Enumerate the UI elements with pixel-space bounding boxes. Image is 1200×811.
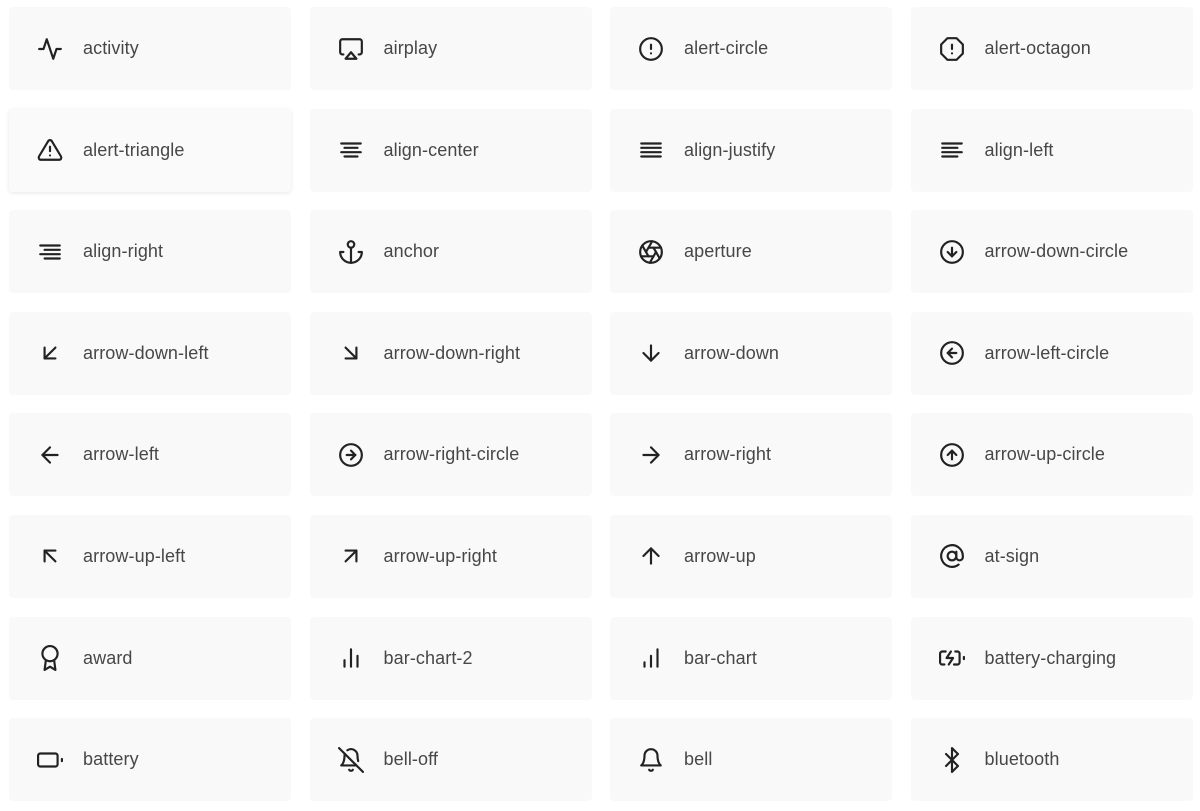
icon-card-arrow-up[interactable]: arrow-up: [610, 514, 892, 598]
icon-label: align-center: [383, 139, 479, 160]
arrow-down-icon: [638, 340, 664, 366]
icon-label: bar-chart-2: [383, 647, 473, 668]
icon-label: bar-chart: [684, 647, 757, 668]
icon-grid: activity airplay alert-circle alert-octa…: [9, 7, 1193, 802]
bell-off-icon: [337, 746, 364, 773]
arrow-down-left-icon: [37, 340, 63, 366]
icon-card-at-sign[interactable]: at-sign: [910, 514, 1193, 598]
icon-card-arrow-left-circle[interactable]: arrow-left-circle: [910, 311, 1193, 395]
icon-label: bluetooth: [984, 749, 1060, 770]
icon-label: align-left: [984, 139, 1054, 160]
arrow-up-icon: [638, 543, 664, 569]
icon-label: arrow-up-right: [383, 545, 497, 566]
icon-card-airplay[interactable]: airplay: [309, 7, 592, 90]
icon-label: arrow-up-circle: [984, 444, 1106, 465]
icon-label: arrow-left-circle: [984, 342, 1110, 363]
icon-card-align-right[interactable]: align-right: [9, 210, 291, 294]
icon-card-award[interactable]: award: [9, 616, 291, 700]
icon-card-arrow-right-circle[interactable]: arrow-right-circle: [309, 413, 592, 497]
icon-card-align-center[interactable]: align-center: [309, 108, 592, 192]
icon-label: arrow-down-left: [83, 342, 209, 363]
icon-label: alert-circle: [684, 38, 769, 58]
arrow-up-right-icon: [338, 543, 364, 569]
bar-chart-icon: [638, 645, 664, 671]
anchor-icon: [338, 239, 364, 265]
arrow-right-icon: [638, 442, 664, 468]
icon-label: at-sign: [984, 545, 1040, 566]
icon-label: award: [83, 647, 133, 668]
icon-label: anchor: [383, 241, 440, 262]
icon-label: bell: [684, 749, 713, 770]
icon-label: align-right: [83, 241, 164, 262]
icon-card-arrow-up-right[interactable]: arrow-up-right: [309, 514, 592, 598]
icon-label: arrow-down: [684, 342, 780, 363]
align-center-icon: [338, 137, 364, 163]
icon-label: arrow-right: [684, 444, 772, 465]
icon-label: activity: [83, 38, 139, 58]
icon-card-activity[interactable]: activity: [9, 7, 291, 90]
bluetooth-icon: [939, 746, 965, 773]
bell-icon: [638, 747, 664, 773]
icon-label: arrow-right-circle: [383, 444, 520, 465]
alert-triangle-icon: [37, 137, 63, 163]
align-justify-icon: [638, 137, 664, 163]
icon-label: align-justify: [684, 139, 776, 160]
icon-card-arrow-left[interactable]: arrow-left: [9, 413, 291, 497]
icon-card-bluetooth[interactable]: bluetooth: [910, 718, 1193, 802]
arrow-down-circle-icon: [939, 239, 965, 265]
icon-card-align-justify[interactable]: align-justify: [610, 108, 892, 192]
arrow-up-left-icon: [37, 543, 63, 569]
icon-label: arrow-left: [83, 444, 160, 465]
icon-card-battery-charging[interactable]: battery-charging: [910, 616, 1193, 700]
icon-label: battery: [83, 749, 139, 770]
activity-icon: [37, 36, 63, 62]
icon-label: bell-off: [383, 749, 439, 770]
icon-label: alert-octagon: [984, 38, 1091, 58]
at-sign-icon: [939, 543, 965, 569]
icon-card-arrow-up-circle[interactable]: arrow-up-circle: [910, 413, 1193, 497]
battery-charging-icon: [938, 645, 965, 671]
icon-label: arrow-down-right: [383, 342, 521, 363]
aperture-icon: [638, 239, 664, 265]
icon-card-arrow-down-left[interactable]: arrow-down-left: [9, 311, 291, 395]
icon-card-arrow-right[interactable]: arrow-right: [610, 413, 892, 497]
icon-label: arrow-down-circle: [984, 241, 1129, 262]
arrow-left-icon: [37, 442, 63, 468]
arrow-up-circle-icon: [939, 442, 965, 468]
arrow-down-right-icon: [338, 340, 364, 366]
alert-circle-icon: [638, 36, 664, 62]
arrow-right-circle-icon: [338, 442, 364, 468]
icon-card-bar-chart-2[interactable]: bar-chart-2: [309, 616, 592, 700]
icon-card-arrow-down-right[interactable]: arrow-down-right: [309, 311, 592, 395]
arrow-left-circle-icon: [939, 340, 965, 366]
icon-card-battery[interactable]: battery: [9, 718, 291, 802]
airplay-icon: [338, 36, 364, 62]
icon-card-arrow-down[interactable]: arrow-down: [610, 311, 892, 395]
icon-card-alert-octagon[interactable]: alert-octagon: [910, 7, 1193, 90]
award-icon: [37, 645, 63, 672]
battery-icon: [37, 747, 63, 773]
icon-card-align-left[interactable]: align-left: [910, 108, 1193, 192]
icon-label: aperture: [684, 241, 752, 262]
icon-card-aperture[interactable]: aperture: [610, 210, 892, 294]
icon-card-arrow-down-circle[interactable]: arrow-down-circle: [910, 210, 1193, 294]
icon-card-alert-circle[interactable]: alert-circle: [610, 7, 892, 90]
icon-card-arrow-up-left[interactable]: arrow-up-left: [9, 514, 291, 598]
icon-card-bell-off[interactable]: bell-off: [309, 718, 592, 802]
alert-octagon-icon: [939, 36, 965, 62]
icon-label: battery-charging: [984, 647, 1117, 668]
icon-label: alert-triangle: [83, 139, 185, 160]
icon-card-anchor[interactable]: anchor: [309, 210, 592, 294]
bar-chart-2-icon: [338, 645, 364, 671]
icon-card-bell[interactable]: bell: [610, 718, 892, 802]
icon-label: arrow-up-left: [83, 545, 186, 566]
align-right-icon: [37, 239, 63, 265]
align-left-icon: [939, 137, 965, 163]
icon-label: airplay: [383, 38, 438, 58]
icon-card-alert-triangle[interactable]: alert-triangle: [9, 108, 291, 192]
icon-label: arrow-up: [684, 545, 756, 566]
icon-card-bar-chart[interactable]: bar-chart: [610, 616, 892, 700]
